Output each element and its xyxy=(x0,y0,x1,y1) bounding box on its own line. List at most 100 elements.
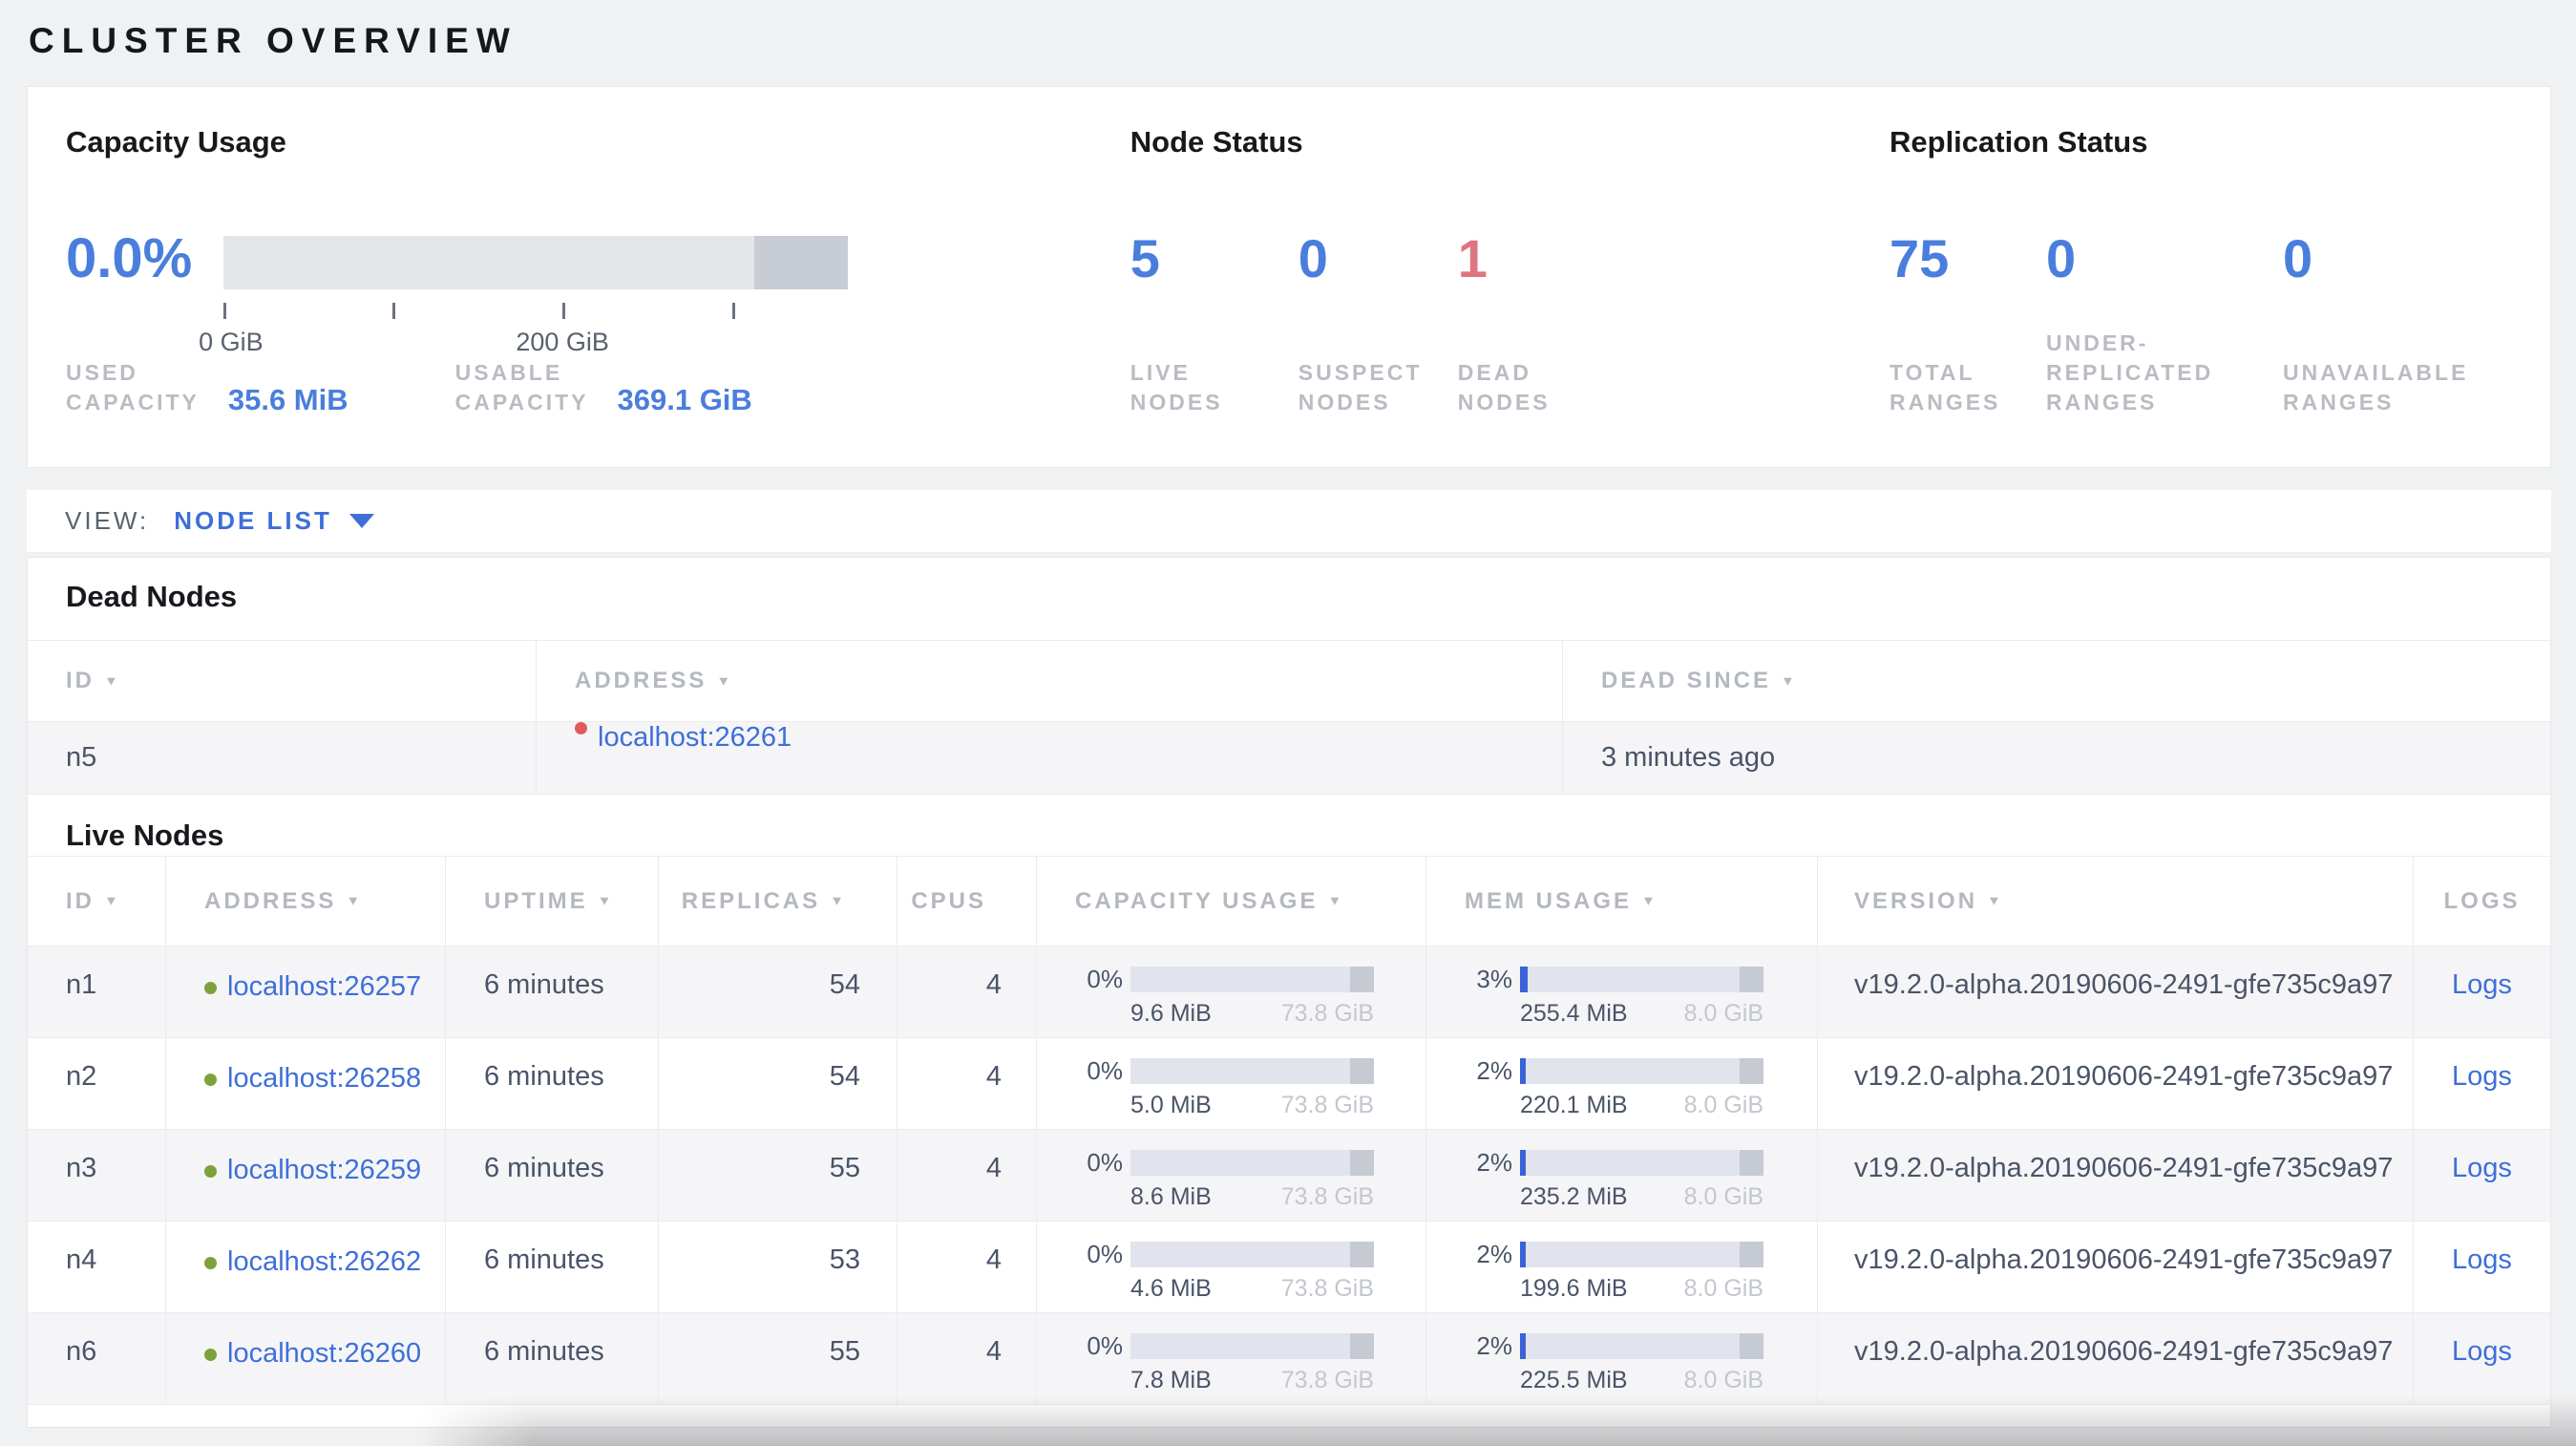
logs-link[interactable]: Logs xyxy=(2452,969,2512,1000)
capacity-usage-cell: 0% 7.8 MiB 73.8 GiB xyxy=(1036,1313,1425,1404)
capacity-bar-reserved xyxy=(1349,966,1374,992)
capacity-usage-cell: 0% 8.6 MiB 73.8 GiB xyxy=(1036,1130,1425,1221)
node-address-link[interactable]: localhost:26259 xyxy=(227,1155,421,1186)
capacity-bar-reserved xyxy=(1349,1149,1374,1176)
mem-bar-reserved xyxy=(1739,1332,1763,1359)
live-status-dot xyxy=(204,1349,217,1361)
gauge-tick xyxy=(392,303,396,319)
dead-nodes-count: 1 xyxy=(1457,228,1488,288)
under-replicated-ranges-label: UNDER- REPLICATED RANGES xyxy=(2046,330,2214,415)
replicas-value: 55 xyxy=(658,1130,897,1221)
usable-capacity-label: USABLE CAPACITY xyxy=(454,360,589,415)
mem-bar-fill xyxy=(1520,1057,1527,1084)
node-id: n5 xyxy=(66,742,97,773)
capacity-gauge: 0 GiB 200 GiB xyxy=(199,236,848,356)
capacity-used: 5.0 MiB xyxy=(1130,1092,1212,1118)
live-col-uptime[interactable]: UPTIME ▼ xyxy=(445,857,658,946)
node-address-link[interactable]: localhost:26261 xyxy=(598,722,792,754)
mem-total: 8.0 GiB xyxy=(1683,1000,1763,1027)
table-row: n5 localhost:26261 3 minutes ago xyxy=(28,722,2550,795)
cluster-summary-card: Capacity Usage 0.0% 0 GiB 200 GiB USED C… xyxy=(27,86,2551,468)
mem-used: 225.5 MiB xyxy=(1520,1367,1628,1393)
dead-col-id[interactable]: ID ▼ xyxy=(28,641,536,721)
dead-col-dead-since[interactable]: DEAD SINCE ▼ xyxy=(1562,641,2550,721)
mem-bar xyxy=(1520,966,1763,992)
node-address-cell: localhost:26262 xyxy=(165,1222,445,1312)
mem-bar-fill xyxy=(1520,966,1528,992)
node-status-section: Node Status 5 0 1 LIVE NODES SUSPECT NOD… xyxy=(1092,87,1851,467)
replication-status-section: Replication Status 75 0 0 TOTAL RANGES U… xyxy=(1851,87,2550,467)
mem-bar xyxy=(1520,1332,1763,1359)
sort-desc-icon: ▼ xyxy=(1327,893,1345,909)
table-row: n1 localhost:26257 6 minutes 54 4 0% 9.6… xyxy=(28,946,2550,1038)
logs-link[interactable]: Logs xyxy=(2452,1336,2512,1367)
sort-desc-icon: ▼ xyxy=(104,893,121,909)
view-dropdown-value: NODE LIST xyxy=(174,506,332,535)
sort-desc-icon: ▼ xyxy=(104,673,121,689)
cpus-value: 4 xyxy=(897,1222,1036,1312)
capacity-used: 9.6 MiB xyxy=(1130,1000,1212,1027)
logs-link[interactable]: Logs xyxy=(2452,1244,2512,1275)
mem-bar-reserved xyxy=(1739,1241,1763,1267)
logs-cell: Logs xyxy=(2413,1038,2550,1129)
capacity-bar-reserved xyxy=(1349,1057,1374,1084)
mem-percent: 2% xyxy=(1476,1055,1512,1085)
live-col-address[interactable]: ADDRESS ▼ xyxy=(165,857,445,946)
mem-used: 255.4 MiB xyxy=(1520,1000,1628,1027)
cpus-value: 4 xyxy=(897,1038,1036,1129)
capacity-total: 73.8 GiB xyxy=(1280,1367,1374,1393)
view-label: VIEW: xyxy=(65,506,150,535)
under-replicated-ranges-count: 0 xyxy=(2046,228,2077,288)
mem-total: 8.0 GiB xyxy=(1683,1092,1763,1118)
node-id: n3 xyxy=(66,1153,97,1183)
capacity-total: 73.8 GiB xyxy=(1280,1275,1374,1302)
dead-col-address[interactable]: ADDRESS ▼ xyxy=(536,641,1562,721)
sort-desc-icon: ▼ xyxy=(1641,893,1658,909)
gauge-tick-label: 0 GiB xyxy=(199,328,264,356)
capacity-used: 4.6 MiB xyxy=(1130,1275,1212,1302)
cluster-overview-page: CLUSTER OVERVIEW Capacity Usage 0.0% 0 G… xyxy=(0,0,2576,1446)
page-title: CLUSTER OVERVIEW xyxy=(29,21,517,60)
sort-desc-icon: ▼ xyxy=(597,893,615,909)
live-col-id[interactable]: ID ▼ xyxy=(28,857,165,946)
mem-usage-cell: 2% 220.1 MiB 8.0 GiB xyxy=(1425,1038,1817,1129)
version-value: v19.2.0-alpha.20190606-2491-gfe735c9a97 xyxy=(1817,1222,2413,1312)
node-address-cell: localhost:26261 xyxy=(536,722,1562,794)
live-col-mem-usage[interactable]: MEM USAGE ▼ xyxy=(1425,857,1817,946)
live-col-replicas[interactable]: REPLICAS ▼ xyxy=(658,857,897,946)
mem-usage-cell: 2% 225.5 MiB 8.0 GiB xyxy=(1425,1313,1817,1404)
logs-link[interactable]: Logs xyxy=(2452,1061,2512,1092)
capacity-total: 73.8 GiB xyxy=(1280,1000,1374,1027)
usable-capacity-value: 369.1 GiB xyxy=(617,383,752,416)
node-address-link[interactable]: localhost:26257 xyxy=(227,971,421,1003)
logs-cell: Logs xyxy=(2413,1313,2550,1404)
table-row: n2 localhost:26258 6 minutes 54 4 0% 5.0… xyxy=(28,1038,2550,1130)
capacity-bar xyxy=(1130,1057,1374,1084)
sort-desc-icon: ▼ xyxy=(830,893,847,909)
mem-usage-cell: 3% 255.4 MiB 8.0 GiB xyxy=(1425,946,1817,1037)
used-capacity-label: USED CAPACITY xyxy=(66,360,200,415)
capacity-bar xyxy=(1130,966,1374,992)
node-address-link[interactable]: localhost:26262 xyxy=(227,1246,421,1278)
uptime-value: 6 minutes xyxy=(445,946,658,1037)
live-status-dot xyxy=(204,982,217,994)
capacity-bar xyxy=(1130,1149,1374,1176)
capacity-used-percent: 0.0% xyxy=(66,227,193,289)
node-id: n4 xyxy=(66,1244,97,1275)
cpus-value: 4 xyxy=(897,1130,1036,1221)
uptime-value: 6 minutes xyxy=(445,1038,658,1129)
mem-bar-reserved xyxy=(1739,1057,1763,1084)
node-address-link[interactable]: localhost:26258 xyxy=(227,1063,421,1095)
suspect-nodes-label: SUSPECT NODES xyxy=(1298,360,1423,415)
live-col-version[interactable]: VERSION ▼ xyxy=(1817,857,2413,946)
mem-bar-fill xyxy=(1520,1149,1527,1176)
version-value: v19.2.0-alpha.20190606-2491-gfe735c9a97 xyxy=(1817,1038,2413,1129)
live-col-cpus[interactable]: CPUS xyxy=(897,857,1036,946)
node-id: n6 xyxy=(66,1336,97,1367)
view-dropdown[interactable]: NODE LIST xyxy=(174,506,374,536)
uptime-value: 6 minutes xyxy=(445,1222,658,1312)
live-col-capacity-usage[interactable]: CAPACITY USAGE ▼ xyxy=(1036,857,1425,946)
logs-link[interactable]: Logs xyxy=(2452,1153,2512,1183)
replicas-value: 54 xyxy=(658,946,897,1037)
node-address-link[interactable]: localhost:26260 xyxy=(227,1338,421,1370)
